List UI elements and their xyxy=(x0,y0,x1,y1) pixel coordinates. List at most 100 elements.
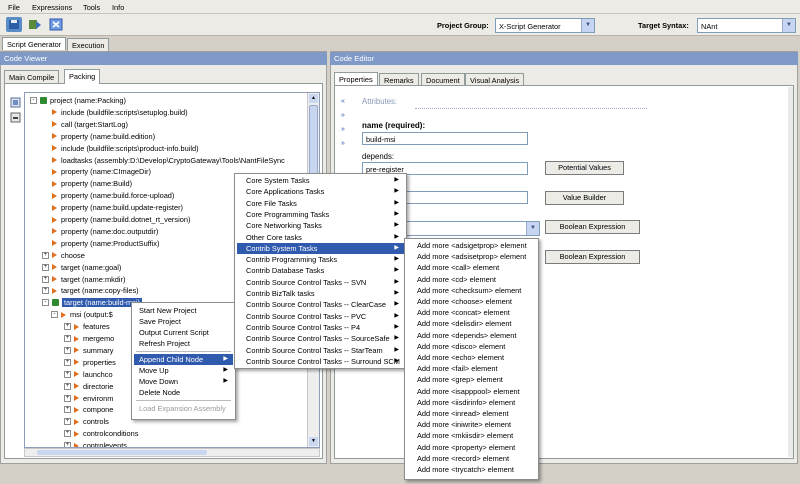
menu-item-add-more-record-element[interactable]: Add more <record> element xyxy=(407,453,536,464)
tree-node[interactable]: property (name:build.update-register) xyxy=(42,202,183,213)
expand-node-icon[interactable]: + xyxy=(64,418,71,426)
menu-item-add-more-echo-element[interactable]: Add more <echo> element xyxy=(407,352,536,363)
tree-node[interactable]: property (name:CImageDir) xyxy=(42,166,151,177)
menu-item-contrib-source-control-tasks-clearcase[interactable]: Contrib Source Control Tasks -- ClearCas… xyxy=(237,299,404,310)
hscroll-thumb[interactable] xyxy=(37,450,207,455)
tree-node[interactable]: + controlevents xyxy=(64,440,127,447)
menu-item-refresh-project[interactable]: Refresh Project xyxy=(134,338,233,349)
tab-script-generator[interactable]: Script Generator xyxy=(2,37,67,50)
tree-node[interactable]: + directorie xyxy=(64,381,113,392)
menu-item-add-more-adsigetprop-element[interactable]: Add more <adsigetprop> element xyxy=(407,240,536,251)
menu-item-add-more-isapppool-element[interactable]: Add more <isapppool> element xyxy=(407,386,536,397)
menu-item-contrib-biztalk-tasks[interactable]: Contrib BizTalk tasks ▶ xyxy=(237,288,404,299)
expand-node-icon[interactable]: + xyxy=(42,263,49,271)
tree-node[interactable]: + properties xyxy=(64,357,116,368)
menu-item-add-more-cd-element[interactable]: Add more <cd> element xyxy=(407,274,536,285)
tree-node[interactable]: property (name:build.edition) xyxy=(42,131,155,142)
menu-item-core-file-tasks[interactable]: Core File Tasks ▶ xyxy=(237,198,404,209)
target-syntax-select[interactable]: NAnt ▼ xyxy=(697,18,796,33)
expand-icon[interactable]: » xyxy=(338,139,348,149)
tree-node[interactable]: + features xyxy=(64,321,110,332)
expand-node-icon[interactable]: + xyxy=(64,394,71,402)
tab-packing[interactable]: Packing xyxy=(64,69,101,84)
expand-icon[interactable]: » xyxy=(338,125,348,135)
menu-item-contrib-source-control-tasks-pvc[interactable]: Contrib Source Control Tasks -- PVC ▶ xyxy=(237,311,404,322)
menu-item-core-applications-tasks[interactable]: Core Applications Tasks ▶ xyxy=(237,186,404,197)
tree-node[interactable]: + launchco xyxy=(64,369,113,380)
menu-item-core-programming-tasks[interactable]: Core Programming Tasks ▶ xyxy=(237,209,404,220)
project-group-select[interactable]: X-Script Generator ▼ xyxy=(495,18,595,33)
expand-node-icon[interactable]: + xyxy=(64,430,71,438)
tree-node[interactable]: - msi (output:$ xyxy=(51,309,113,320)
close-icon[interactable] xyxy=(48,17,64,32)
expand-node-icon[interactable]: + xyxy=(42,275,49,283)
menu-info[interactable]: Info xyxy=(112,3,124,12)
tree-node[interactable]: + controlconditions xyxy=(64,428,138,439)
menu-item-contrib-source-control-tasks-starteam[interactable]: Contrib Source Control Tasks -- StarTeam… xyxy=(237,345,404,356)
menu-item-core-system-tasks[interactable]: Core System Tasks ▶ xyxy=(237,175,404,186)
collapse-node-icon[interactable]: - xyxy=(51,311,58,319)
tab-main-compile[interactable]: Main Compile xyxy=(4,70,60,83)
tree-node[interactable]: loadtasks (assembly:D:\Develop\CryptoGat… xyxy=(42,155,285,166)
menu-file[interactable]: File xyxy=(8,3,20,12)
tree-node[interactable]: + compone xyxy=(64,404,113,415)
menu-item-delete-node[interactable]: Delete Node xyxy=(134,387,233,398)
expand-node-icon[interactable]: + xyxy=(64,323,71,331)
tree-node[interactable]: property (name:Build) xyxy=(42,178,132,189)
collapse-all-icon[interactable] xyxy=(10,112,22,124)
tree-node[interactable]: - project (name:Packing) xyxy=(30,95,126,106)
scroll-up-icon[interactable]: ▲ xyxy=(309,94,318,103)
tree-node[interactable]: + choose xyxy=(42,250,85,261)
tree-node[interactable]: - target (name:build-msi) xyxy=(42,297,142,308)
tree-node[interactable]: property (name:doc.outputdir) xyxy=(42,226,158,237)
menu-item-append-child-node[interactable]: Append Child Node ▶ xyxy=(134,354,233,365)
menu-item-add-more-adsisetprop-element[interactable]: Add more <adsisetprop> element xyxy=(407,251,536,262)
editor-scrollbar[interactable] xyxy=(788,87,793,457)
tree-node[interactable]: call (target:StartLog) xyxy=(42,119,128,130)
save-icon[interactable] xyxy=(6,17,22,32)
menu-item-add-more-iniwrite-element[interactable]: Add more <iniwrite> element xyxy=(407,419,536,430)
menu-item-add-more-call-element[interactable]: Add more <call> element xyxy=(407,262,536,273)
menu-expressions[interactable]: Expressions xyxy=(32,3,72,12)
menu-item-add-more-depends-element[interactable]: Add more <depends> element xyxy=(407,330,536,341)
tab-properties[interactable]: Properties xyxy=(334,72,378,85)
menu-item-add-more-fail-element[interactable]: Add more <fail> element xyxy=(407,363,536,374)
menu-item-output-current-script[interactable]: Output Current Script xyxy=(134,327,233,338)
menu-item-add-more-delisdir-element[interactable]: Add more <delisdir> element xyxy=(407,318,536,329)
tree-node[interactable]: + controls xyxy=(64,416,109,427)
boolean-expression-button-2[interactable]: Boolean Expression xyxy=(545,250,640,264)
tab-execution[interactable]: Execution xyxy=(67,38,110,51)
tree-node[interactable]: + target (name:mkdir) xyxy=(42,274,125,285)
expand-node-icon[interactable]: + xyxy=(64,346,71,354)
menu-item-move-down[interactable]: Move Down ▶ xyxy=(134,376,233,387)
expand-node-icon[interactable]: + xyxy=(64,335,71,342)
menu-item-add-more-property-element[interactable]: Add more <property> element xyxy=(407,442,536,453)
menu-item-add-more-checksum-element[interactable]: Add more <checksum> element xyxy=(407,285,536,296)
menu-item-add-more-trycatch-element[interactable]: Add more <trycatch> element xyxy=(407,464,536,475)
collapse-node-icon[interactable]: - xyxy=(42,299,49,307)
menu-tools[interactable]: Tools xyxy=(83,3,100,12)
menu-item-start-new-project[interactable]: Start New Project xyxy=(134,305,233,316)
expand-all-icon[interactable] xyxy=(10,97,22,109)
boolean-expression-button[interactable]: Boolean Expression xyxy=(545,220,640,234)
expand-node-icon[interactable]: + xyxy=(64,406,71,414)
collapse-node-icon[interactable]: - xyxy=(30,97,37,104)
expand-icon[interactable]: » xyxy=(338,111,348,121)
tree-node[interactable]: property (name:ProductSuffix) xyxy=(42,238,159,249)
tree-node[interactable]: + target (name:copy-files) xyxy=(42,285,139,296)
expand-node-icon[interactable]: + xyxy=(42,287,49,295)
menu-item-contrib-source-control-tasks-p4[interactable]: Contrib Source Control Tasks -- P4 ▶ xyxy=(237,322,404,333)
expand-node-icon[interactable]: + xyxy=(64,358,71,366)
tree-hscrollbar[interactable] xyxy=(24,448,320,457)
tree-node[interactable]: property (name:build.force-upload) xyxy=(42,190,174,201)
menu-item-add-more-concat-element[interactable]: Add more <concat> element xyxy=(407,307,536,318)
menu-item-add-more-iisdirinfo-element[interactable]: Add more <iisdirinfo> element xyxy=(407,397,536,408)
tree-node[interactable]: + target (name:goal) xyxy=(42,262,121,273)
menu-item-add-more-mkiisdir-element[interactable]: Add more <mkiisdir> element xyxy=(407,430,536,441)
scroll-down-icon[interactable]: ▼ xyxy=(309,437,318,446)
tree-node[interactable]: include (buildfile:scripts\setuplog.buil… xyxy=(42,107,188,118)
expand-node-icon[interactable]: + xyxy=(64,370,71,378)
build-icon[interactable] xyxy=(27,17,43,32)
menu-item-contrib-programming-tasks[interactable]: Contrib Programming Tasks ▶ xyxy=(237,254,404,265)
menu-item-contrib-source-control-tasks-sourcesafe[interactable]: Contrib Source Control Tasks -- SourceSa… xyxy=(237,333,404,344)
